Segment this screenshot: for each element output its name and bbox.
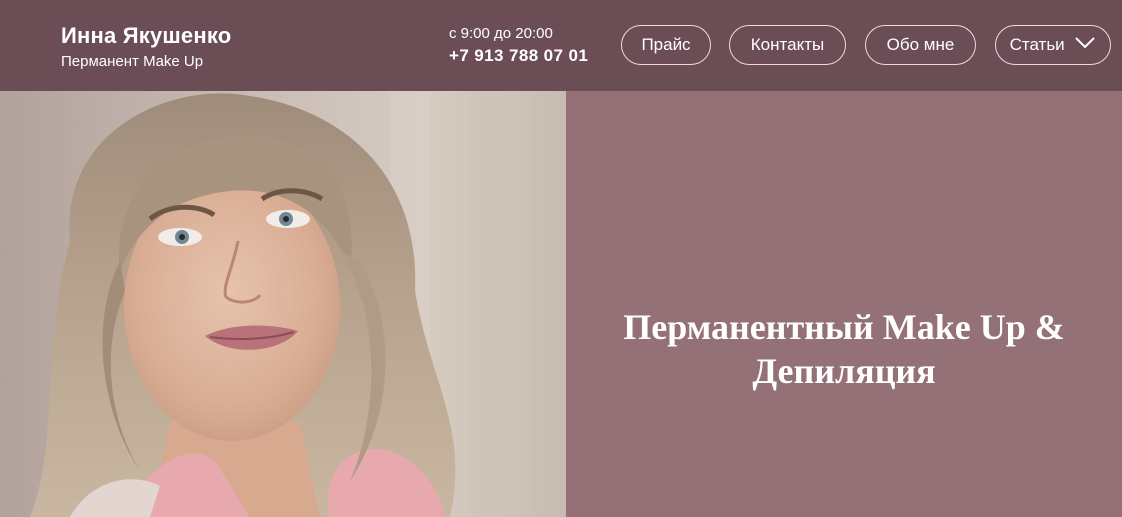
brand[interactable]: Инна Якушенко Перманент Make Up — [61, 22, 231, 72]
nav-articles-label: Статьи — [1009, 35, 1065, 54]
nav-articles-button[interactable]: Статьи — [995, 25, 1111, 65]
brand-name: Инна Якушенко — [61, 23, 232, 48]
hero-panel: Перманентный Make Up & Депиляция — [566, 91, 1122, 517]
phone-number[interactable]: +7 913 788 07 01 — [449, 44, 588, 68]
hero-title-line2: Депиляция — [752, 351, 936, 391]
nav-price-button[interactable]: Прайс — [621, 25, 711, 65]
hero-title-line1: Перманентный Make Up & — [623, 307, 1065, 347]
brand-subtitle: Перманент Make Up — [61, 53, 204, 70]
site-header: Инна Якушенко Перманент Make Up с 9:00 д… — [0, 0, 1122, 91]
nav-contacts-label: Контакты — [750, 35, 825, 54]
nav-about-button[interactable]: Обо мне — [865, 25, 976, 65]
portrait-illustration — [0, 91, 566, 517]
chevron-down-icon — [1074, 25, 1096, 63]
contact-info: с 9:00 до 20:00 +7 913 788 07 01 — [449, 24, 588, 68]
nav-contacts-button[interactable]: Контакты — [729, 25, 846, 65]
working-hours: с 9:00 до 20:00 — [449, 25, 553, 42]
nav-about-label: Обо мне — [886, 35, 955, 54]
hero-title: Перманентный Make Up & Депиляция — [566, 305, 1122, 393]
nav-price-label: Прайс — [641, 35, 691, 54]
hero-portrait-photo — [0, 91, 566, 517]
